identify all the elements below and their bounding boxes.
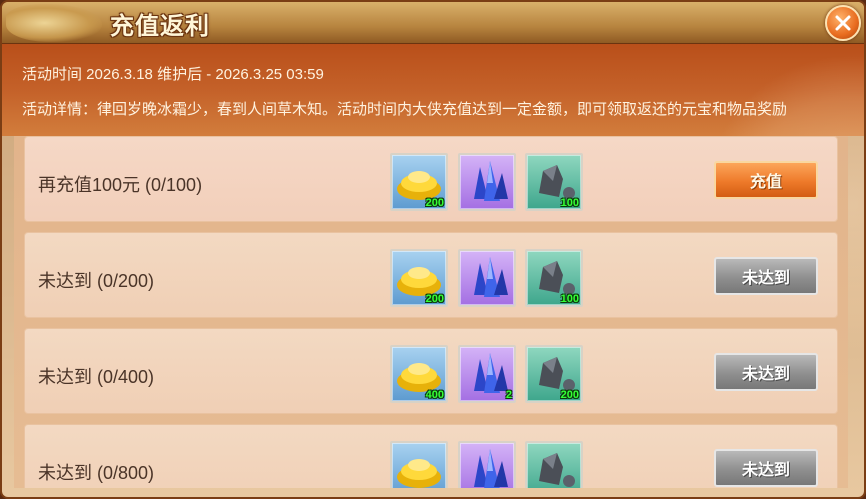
reward-quantity: 100 — [560, 293, 579, 305]
reward-tier-row: 未达到 (0/400) 400 2 200 未达到 — [24, 328, 838, 414]
tier-progress-label: 未达到 (0/800) — [38, 463, 155, 483]
event-info-panel — [2, 44, 864, 354]
reward-item-stone[interactable] — [525, 441, 583, 488]
reward-item-gold[interactable]: 400 — [390, 345, 448, 403]
gold-ingot-icon — [397, 459, 441, 488]
tier-progress-label: 未达到 (0/200) — [38, 271, 155, 291]
reward-tier-list[interactable]: 再充值100元 (0/100) 200 100 充值 未达到 (0/200) 2… — [14, 136, 848, 488]
reward-item-crystal[interactable] — [458, 153, 516, 211]
reward-quantity: 200 — [425, 197, 444, 209]
event-time: 活动时间 2026.3.18 维护后 - 2026.3.25 03:59 — [22, 66, 324, 83]
title-bar: 充值返利 — [2, 2, 864, 44]
reward-quantity: 100 — [560, 197, 579, 209]
event-detail: 活动详情：律回岁晚冰霜少，春到人间草木知。活动时间内大侠充值达到一定金额，即可领… — [22, 101, 788, 118]
reward-item-crystal[interactable] — [458, 249, 516, 307]
reward-tier-row: 再充值100元 (0/100) 200 100 充值 — [24, 136, 838, 222]
reward-item-gold[interactable] — [390, 441, 448, 488]
blue-crystal-icon — [474, 257, 508, 297]
reward-item-gold[interactable]: 200 — [390, 153, 448, 211]
reward-quantity: 200 — [560, 389, 579, 401]
gray-stone-icon — [539, 453, 575, 487]
cloud-ornament-icon — [6, 4, 102, 42]
reward-tier-row: 未达到 (0/800) 未达到 — [24, 424, 838, 488]
recharge-rebate-window: 充值返利 活动时间 2026.3.18 维护后 - 2026.3.25 03:5… — [0, 0, 866, 499]
reward-item-crystal[interactable]: 2 — [458, 345, 516, 403]
reward-quantity: 200 — [425, 293, 444, 305]
not-reached-button[interactable]: 未达到 — [714, 257, 818, 295]
tier-progress-label: 未达到 (0/400) — [38, 367, 155, 387]
tier-progress-label: 再充值100元 (0/100) — [38, 175, 203, 195]
reward-item-stone[interactable]: 100 — [525, 153, 583, 211]
reward-quantity: 2 — [505, 389, 512, 401]
reward-item-stone[interactable]: 100 — [525, 249, 583, 307]
not-reached-button[interactable]: 未达到 — [714, 449, 818, 487]
blue-crystal-icon — [474, 449, 508, 488]
close-icon — [835, 15, 851, 31]
not-reached-button[interactable]: 未达到 — [714, 353, 818, 391]
reward-item-stone[interactable]: 200 — [525, 345, 583, 403]
reward-quantity: 400 — [425, 389, 444, 401]
reward-item-crystal[interactable] — [458, 441, 516, 488]
reward-tier-row: 未达到 (0/200) 200 100 未达到 — [24, 232, 838, 318]
window-title: 充值返利 — [110, 12, 210, 40]
recharge-button[interactable]: 充值 — [714, 161, 818, 199]
close-button[interactable] — [825, 5, 861, 41]
blue-crystal-icon — [474, 161, 508, 201]
reward-item-gold[interactable]: 200 — [390, 249, 448, 307]
